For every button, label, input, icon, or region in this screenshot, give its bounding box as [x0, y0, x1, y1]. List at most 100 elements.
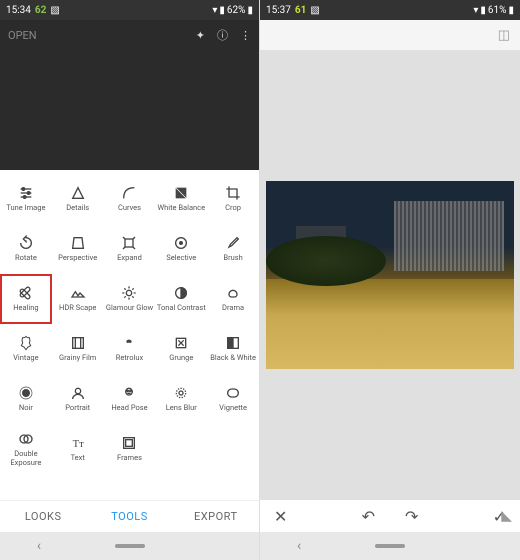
app-header: OPEN ✦ ⓘ ⋮: [0, 20, 259, 50]
nav-back-icon[interactable]: ‹: [297, 538, 301, 554]
tab-export[interactable]: EXPORT: [173, 501, 259, 532]
sliders-icon: [18, 185, 34, 201]
battery-text: 62%: [227, 5, 246, 16]
action-bar: ✕ ↶ ↷ ✓: [260, 500, 520, 532]
tool-label: HDR Scape: [59, 304, 96, 312]
status-temp: 61: [295, 5, 306, 16]
tool-vintage[interactable]: Vintage: [0, 324, 52, 374]
frames-icon: [121, 435, 137, 451]
healing-icon: [18, 285, 34, 301]
tool-label: Drama: [222, 304, 244, 312]
tool-tune-image[interactable]: Tune Image: [0, 174, 52, 224]
tool-vignette[interactable]: Vignette: [207, 374, 259, 424]
expand-icon: [121, 235, 137, 251]
tool-healing[interactable]: Healing: [0, 274, 52, 324]
gallery-icon: ▧: [50, 5, 59, 16]
tab-looks[interactable]: LOOKS: [0, 501, 86, 532]
tool-label: Grunge: [169, 354, 193, 362]
tool-text[interactable]: Tт Text: [52, 424, 104, 474]
status-time: 15:37: [266, 5, 291, 16]
tool-label: Tune Image: [6, 204, 45, 212]
tool-perspective[interactable]: Perspective: [52, 224, 104, 274]
battery-icon: ▮: [508, 5, 514, 16]
tool-lens-blur[interactable]: Lens Blur: [155, 374, 207, 424]
nav-home-icon[interactable]: [115, 544, 145, 548]
tool-label: Details: [66, 204, 89, 212]
tab-tools[interactable]: TOOLS: [86, 501, 172, 532]
tool-label: Expand: [117, 254, 142, 262]
nav-back-icon[interactable]: ‹: [37, 538, 41, 554]
tool-label: Selective: [166, 254, 196, 262]
tool-noir[interactable]: Noir: [0, 374, 52, 424]
cancel-button[interactable]: ✕: [274, 507, 287, 526]
tool-rotate[interactable]: Rotate: [0, 224, 52, 274]
tool-grunge[interactable]: Grunge: [155, 324, 207, 374]
photo-canvas[interactable]: [266, 181, 514, 369]
tool-label: Text: [71, 454, 85, 462]
tool-hdr-scape[interactable]: HDR Scape: [52, 274, 104, 324]
tool-head-pose[interactable]: Head Pose: [104, 374, 156, 424]
left-screen: 15:34 62 ▧ ▾ ▮ 62% ▮ OPEN ✦ ⓘ ⋮ Tune Ima…: [0, 0, 260, 560]
tool-label: Retrolux: [116, 354, 143, 362]
tool-retrolux[interactable]: Retrolux: [104, 324, 156, 374]
tool-label: Glamour Glow: [106, 304, 153, 312]
open-button[interactable]: OPEN: [8, 29, 37, 42]
tool-brush[interactable]: Brush: [207, 224, 259, 274]
right-screen: 15:37 61 ▧ ▾ ▮ 61% ▮ ◫: [260, 0, 520, 560]
tool-white-balance[interactable]: White Balance: [155, 174, 207, 224]
portrait-icon: [70, 385, 86, 401]
drama-icon: [225, 285, 241, 301]
glow-icon: [121, 285, 137, 301]
text-icon: Tт: [70, 435, 86, 451]
nav-bar: ‹: [260, 532, 520, 560]
wifi-icon: ▾: [212, 5, 217, 16]
tool-selective[interactable]: Selective: [155, 224, 207, 274]
nav-bar: ‹: [0, 532, 259, 560]
tool-portrait[interactable]: Portrait: [52, 374, 104, 424]
nav-spacer: [479, 538, 482, 554]
nav-home-icon[interactable]: [375, 544, 405, 548]
image-preview-empty: [0, 50, 259, 170]
status-bar: 15:34 62 ▧ ▾ ▮ 62% ▮: [0, 0, 259, 20]
app-header-light: ◫: [260, 20, 520, 50]
tool-label: Head Pose: [111, 404, 147, 412]
tool-grainy-film[interactable]: Grainy Film: [52, 324, 104, 374]
autofix-icon[interactable]: ✦: [196, 29, 205, 42]
tool-label: Vintage: [13, 354, 38, 362]
tools-grid: Tune Image Details CurvesWhite BalanceCrop…: [0, 170, 259, 500]
tool-details[interactable]: Details: [52, 174, 104, 224]
hdr-icon: [70, 285, 86, 301]
tonal-icon: [173, 285, 189, 301]
film-icon: [70, 335, 86, 351]
tool-crop[interactable]: Crop: [207, 174, 259, 224]
lensblur-icon: [173, 385, 189, 401]
tool-glamour-glow[interactable]: Glamour Glow: [104, 274, 156, 324]
tool-label: Frames: [117, 454, 142, 462]
tool-tonal-contrast[interactable]: Tonal Contrast: [155, 274, 207, 324]
tool-drama[interactable]: Drama: [207, 274, 259, 324]
tool-frames[interactable]: Frames: [104, 424, 156, 474]
image-viewer: ◣: [260, 50, 520, 500]
battery-text: 61%: [488, 5, 507, 16]
tool-label: Grainy Film: [59, 354, 96, 362]
tool-curves[interactable]: Curves: [104, 174, 156, 224]
status-temp: 62: [35, 5, 46, 16]
grunge-icon: [173, 335, 189, 351]
nav-spacer: [219, 538, 222, 554]
noir-icon: [18, 385, 34, 401]
redo-button[interactable]: ↷: [405, 507, 418, 526]
tool-label: Double Exposure: [0, 450, 52, 467]
tool-expand[interactable]: Expand: [104, 224, 156, 274]
bw-icon: [225, 335, 241, 351]
tool-black-white[interactable]: Black & White: [207, 324, 259, 374]
curve-icon: [121, 185, 137, 201]
tool-double-exposure[interactable]: Double Exposure: [0, 424, 52, 474]
compare-icon[interactable]: ◫: [498, 28, 510, 43]
info-icon[interactable]: ⓘ: [217, 27, 228, 43]
overflow-icon[interactable]: ⋮: [240, 29, 251, 42]
gallery-icon: ▧: [310, 5, 319, 16]
signal-icon: ▮: [480, 5, 486, 16]
bookmark-icon[interactable]: ◣: [501, 508, 512, 524]
undo-button[interactable]: ↶: [362, 507, 375, 526]
tool-label: Healing: [13, 304, 38, 312]
